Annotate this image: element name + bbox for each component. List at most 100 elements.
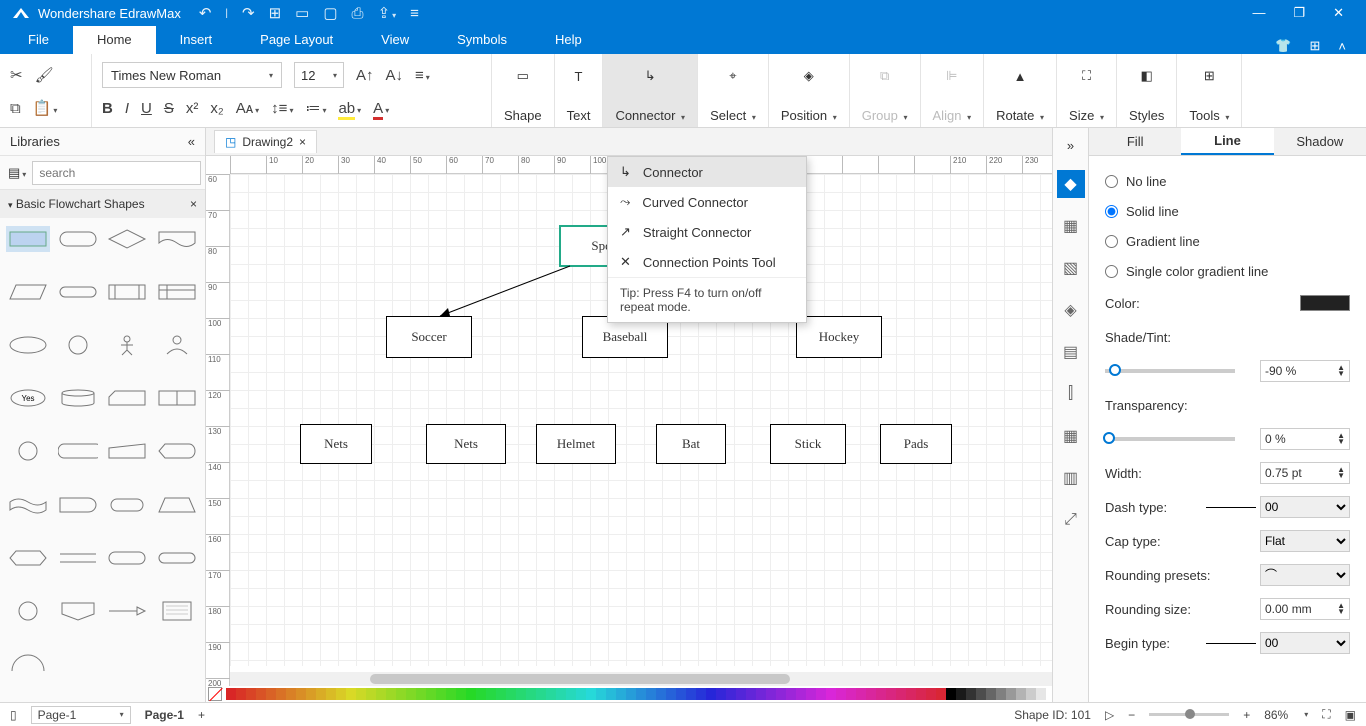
zoom-out-icon[interactable]: − — [1128, 708, 1135, 722]
node-nets2[interactable]: Nets — [426, 424, 506, 464]
tab-insert[interactable]: Insert — [156, 26, 237, 54]
node-pads[interactable]: Pads — [880, 424, 952, 464]
shape-hexagon[interactable] — [6, 545, 50, 571]
tab-file[interactable]: File — [4, 26, 73, 54]
outline-icon[interactable]: ▯ — [10, 708, 17, 722]
shape-predefined[interactable] — [106, 279, 150, 305]
search-input[interactable] — [32, 161, 201, 185]
font-name-combo[interactable]: Times New Roman▾ — [102, 62, 282, 88]
tab-symbols[interactable]: Symbols — [433, 26, 531, 54]
rail-expand-icon[interactable]: ⤢ — [1057, 506, 1085, 534]
library-menu-icon[interactable]: ▤▾ — [8, 165, 26, 181]
shape-card[interactable] — [106, 385, 150, 411]
shape-arc[interactable] — [6, 651, 50, 677]
undo-icon[interactable]: ↶ — [199, 4, 212, 22]
tab-page-layout[interactable]: Page Layout — [236, 26, 357, 54]
shape-process[interactable] — [6, 226, 50, 252]
shape-connector[interactable] — [6, 438, 50, 464]
rotate-tool[interactable]: ▲ Rotate ▾ — [984, 54, 1057, 127]
rail-table-icon[interactable]: ▦ — [1057, 422, 1085, 450]
node-soccer[interactable]: Soccer — [386, 316, 472, 358]
fit-width-icon[interactable]: ▣ — [1345, 708, 1356, 722]
format-painter-icon[interactable]: 🖌 — [35, 66, 54, 84]
new-icon[interactable]: ⊞ — [269, 4, 282, 22]
shape-circle[interactable] — [56, 332, 100, 358]
radio-solid-line[interactable]: Solid line — [1105, 196, 1350, 226]
close-doc-icon[interactable]: × — [299, 135, 306, 149]
shirt-icon[interactable]: 👕 — [1275, 38, 1291, 54]
transparency-value[interactable]: 0 %▲▼ — [1260, 428, 1350, 450]
node-helmet[interactable]: Helmet — [536, 424, 616, 464]
radio-single-gradient-line[interactable]: Single color gradient line — [1105, 256, 1350, 286]
shape-tool[interactable]: ▭ Shape — [492, 54, 555, 127]
shape-stored[interactable] — [56, 438, 100, 464]
bold-icon[interactable]: B — [102, 100, 113, 117]
menu-connector[interactable]: ↳Connector — [608, 157, 806, 187]
shape-decision[interactable] — [106, 226, 150, 252]
shape-display[interactable] — [155, 438, 199, 464]
shape-pill[interactable] — [155, 545, 199, 571]
shape-rounded2[interactable] — [106, 545, 150, 571]
shape-note[interactable] — [155, 598, 199, 624]
highlight-icon[interactable]: ab▾ — [338, 100, 361, 117]
tab-shadow[interactable]: Shadow — [1274, 128, 1366, 155]
shape-stadium[interactable] — [106, 492, 150, 518]
shape-manual-input[interactable] — [106, 438, 150, 464]
collapse-ribbon-icon[interactable]: ˄ — [1338, 39, 1346, 54]
close-icon[interactable]: ✕ — [1333, 5, 1344, 21]
shape-tape[interactable] — [6, 492, 50, 518]
connector-tool[interactable]: ↳ Connector ▾ — [603, 54, 698, 127]
color-palette-strip[interactable] — [206, 686, 1052, 702]
subscript-icon[interactable]: x₂ — [210, 100, 223, 117]
decrease-font-icon[interactable]: A↓ — [386, 67, 404, 84]
select-tool[interactable]: ⌖ Select ▾ — [698, 54, 769, 127]
font-size-combo[interactable]: 12▾ — [294, 62, 344, 88]
page-selector[interactable]: Page-1▾ — [31, 706, 131, 724]
redo-icon[interactable]: ↷ — [242, 4, 255, 22]
node-nets1[interactable]: Nets — [300, 424, 372, 464]
rail-grid-icon[interactable]: ▦ — [1057, 212, 1085, 240]
shape-rounded[interactable] — [56, 226, 100, 252]
apps-icon[interactable]: ⊞ — [1310, 38, 1321, 54]
close-category-icon[interactable]: × — [190, 197, 197, 211]
shape-internal[interactable] — [155, 279, 199, 305]
color-swatch[interactable] — [1300, 295, 1350, 311]
spacing-icon[interactable]: ↕≡▾ — [271, 100, 293, 117]
align-text-icon[interactable]: ≡▾ — [415, 67, 430, 84]
italic-icon[interactable]: I — [125, 100, 129, 117]
tab-help[interactable]: Help — [531, 26, 606, 54]
library-category[interactable]: ▾ Basic Flowchart Shapes × — [0, 190, 205, 218]
doc-tab[interactable]: ◳ Drawing2 × — [214, 130, 317, 153]
underline-icon[interactable]: U — [141, 100, 152, 117]
shape-circle2[interactable] — [6, 598, 50, 624]
cut-icon[interactable]: ✂ — [10, 66, 23, 84]
shape-trapezoid[interactable] — [155, 492, 199, 518]
export-icon[interactable]: ⇪▾ — [378, 4, 397, 22]
expand-rightpanel-icon[interactable]: » — [1053, 134, 1088, 156]
radio-gradient-line[interactable]: Gradient line — [1105, 226, 1350, 256]
text-tool[interactable]: T Text — [555, 54, 604, 127]
no-fill-swatch[interactable] — [208, 687, 222, 701]
begin-select[interactable]: 00 — [1260, 632, 1350, 654]
paste-icon[interactable]: 📋▾ — [33, 99, 58, 117]
collapse-libraries-icon[interactable]: « — [188, 134, 195, 149]
tools-tool[interactable]: ⊞ Tools ▾ — [1177, 54, 1242, 127]
menu-straight-connector[interactable]: ↗Straight Connector — [608, 217, 806, 247]
font-color-icon[interactable]: A▾ — [373, 100, 389, 117]
superscript-icon[interactable]: x² — [186, 100, 199, 117]
add-page-icon[interactable]: + — [198, 708, 205, 722]
shape-parallel[interactable] — [56, 545, 100, 571]
rounding-presets-select[interactable]: ⌒ — [1260, 564, 1350, 586]
horizontal-scrollbar[interactable] — [230, 672, 1052, 686]
position-tool[interactable]: ◈ Position ▾ — [769, 54, 850, 127]
shape-document[interactable] — [155, 226, 199, 252]
increase-font-icon[interactable]: A↑ — [356, 67, 374, 84]
node-bat[interactable]: Bat — [656, 424, 726, 464]
cap-select[interactable]: Flat — [1260, 530, 1350, 552]
play-icon[interactable]: ▷ — [1105, 708, 1114, 722]
tab-fill[interactable]: Fill — [1089, 128, 1181, 155]
open-icon[interactable]: ▭ — [295, 4, 309, 22]
qat-more-icon[interactable]: ≡ — [410, 5, 419, 22]
minimize-icon[interactable]: — — [1252, 5, 1265, 21]
shape-delay[interactable] — [56, 492, 100, 518]
